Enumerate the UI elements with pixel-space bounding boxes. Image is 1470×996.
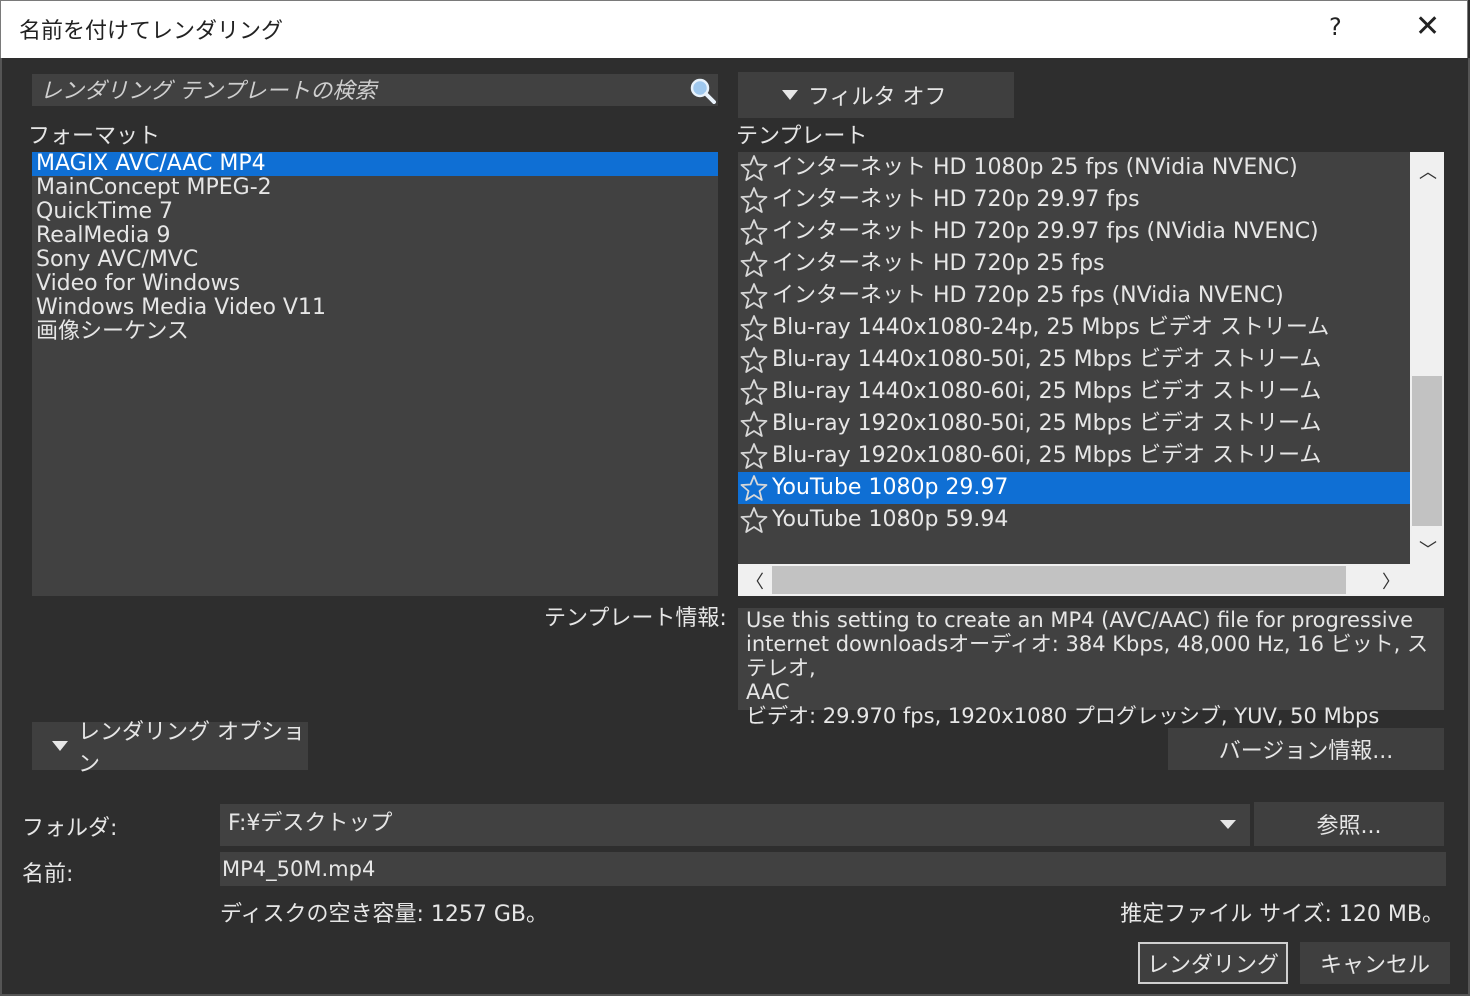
folder-label: フォルダ:	[22, 816, 118, 841]
template-list-item[interactable]: YouTube 1080p 29.97	[738, 472, 1410, 504]
format-list-item[interactable]: Sony AVC/MVC	[32, 248, 718, 272]
format-list-item[interactable]: MainConcept MPEG-2	[32, 176, 718, 200]
template-item-label: インターネット HD 1080p 25 fps (NVidia NVENC)	[772, 155, 1298, 180]
template-item-label: Blu-ray 1440x1080-50i, 25 Mbps ビデオ ストリーム	[772, 347, 1322, 372]
format-list-item[interactable]: RealMedia 9	[32, 224, 718, 248]
file-name-input[interactable]	[220, 852, 1446, 886]
folder-select[interactable]: F:¥デスクトップ	[220, 804, 1250, 846]
disk-free-space: ディスクの空き容量: 1257 GB。	[220, 902, 548, 927]
vertical-scroll-thumb[interactable]	[1412, 376, 1442, 526]
template-vertical-scrollbar[interactable]: ︿ ﹀	[1410, 152, 1444, 564]
name-label: 名前:	[22, 862, 74, 887]
template-list-item[interactable]: インターネット HD 720p 25 fps (NVidia NVENC)	[738, 280, 1410, 312]
filter-label: フィルタ オフ	[808, 85, 947, 110]
template-list-item[interactable]: インターネット HD 720p 29.97 fps	[738, 184, 1410, 216]
estimated-file-size: 推定ファイル サイズ: 120 MB。	[1120, 902, 1444, 927]
template-item-label: インターネット HD 720p 29.97 fps	[772, 187, 1140, 212]
template-info-label: テンプレート情報:	[544, 606, 727, 631]
close-button[interactable]: ✕	[1415, 9, 1440, 44]
template-info-box: Use this setting to create an MP4 (AVC/A…	[738, 608, 1444, 728]
favorite-star-icon[interactable]	[740, 474, 768, 502]
help-button[interactable]: ?	[1329, 13, 1342, 41]
cancel-button[interactable]: キャンセル	[1300, 942, 1450, 984]
template-label: テンプレート	[736, 124, 868, 149]
template-list-item[interactable]: Blu-ray 1440x1080-24p, 25 Mbps ビデオ ストリーム	[738, 312, 1410, 344]
scroll-down-icon[interactable]: ﹀	[1419, 536, 1437, 562]
template-info-line: AAC	[746, 680, 790, 704]
template-item-label: Blu-ray 1920x1080-50i, 25 Mbps ビデオ ストリーム	[772, 411, 1322, 436]
template-item-label: Blu-ray 1440x1080-60i, 25 Mbps ビデオ ストリーム	[772, 379, 1322, 404]
template-list-item[interactable]: インターネット HD 720p 25 fps	[738, 248, 1410, 280]
window-title: 名前を付けてレンダリング	[19, 19, 284, 44]
chevron-down-icon	[52, 741, 68, 751]
template-list-item[interactable]: Blu-ray 1440x1080-50i, 25 Mbps ビデオ ストリーム	[738, 344, 1410, 376]
search-box[interactable]	[32, 74, 718, 106]
template-item-label: YouTube 1080p 29.97	[772, 475, 1009, 500]
format-list[interactable]: MAGIX AVC/AAC MP4 MainConcept MPEG-2 Quick…	[32, 152, 718, 596]
format-list-item[interactable]: QuickTime 7	[32, 200, 718, 224]
favorite-star-icon[interactable]	[740, 154, 768, 182]
render-button[interactable]: レンダリング	[1138, 942, 1288, 984]
template-list[interactable]: インターネット HD 1080p 25 fps (NVidia NVENC) イン…	[738, 152, 1410, 564]
search-icon[interactable]	[688, 76, 716, 104]
template-list-item[interactable]: インターネット HD 1080p 25 fps (NVidia NVENC)	[738, 152, 1410, 184]
favorite-star-icon[interactable]	[740, 186, 768, 214]
scroll-left-icon[interactable]: 〈	[746, 568, 764, 594]
format-list-item[interactable]: MAGIX AVC/AAC MP4	[32, 152, 718, 176]
template-item-label: Blu-ray 1440x1080-24p, 25 Mbps ビデオ ストリーム	[772, 315, 1330, 340]
horizontal-scroll-thumb[interactable]	[772, 566, 1346, 594]
template-list-item[interactable]: インターネット HD 720p 29.97 fps (NVidia NVENC)	[738, 216, 1410, 248]
template-item-label: インターネット HD 720p 29.97 fps (NVidia NVENC)	[772, 219, 1319, 244]
template-item-label: Blu-ray 1920x1080-60i, 25 Mbps ビデオ ストリーム	[772, 443, 1322, 468]
title-bar: 名前を付けてレンダリング ? ✕	[0, 0, 1468, 58]
template-list-item[interactable]: Blu-ray 1920x1080-50i, 25 Mbps ビデオ ストリーム	[738, 408, 1410, 440]
scroll-up-icon[interactable]: ︿	[1419, 158, 1437, 184]
browse-button[interactable]: 参照...	[1254, 802, 1444, 846]
template-item-label: YouTube 1080p 59.94	[772, 507, 1009, 532]
format-label: フォーマット	[28, 124, 161, 149]
favorite-star-icon[interactable]	[740, 282, 768, 310]
render-options-label: レンダリング オプション	[78, 720, 305, 777]
template-horizontal-scrollbar[interactable]: 〈 〉	[738, 564, 1444, 596]
favorite-star-icon[interactable]	[740, 410, 768, 438]
template-list-item[interactable]: YouTube 1080p 59.94	[738, 504, 1410, 536]
favorite-star-icon[interactable]	[740, 218, 768, 246]
template-item-label: インターネット HD 720p 25 fps	[772, 251, 1105, 276]
filter-toggle-button[interactable]: フィルタ オフ	[738, 72, 1014, 118]
format-list-item[interactable]: 画像シーケンス	[32, 320, 718, 344]
template-info-line: ビデオ: 29.970 fps, 1920x1080 プログレッシブ, YUV,…	[746, 704, 1380, 728]
template-search-input[interactable]	[38, 76, 682, 106]
favorite-star-icon[interactable]	[740, 506, 768, 534]
format-list-item[interactable]: Windows Media Video V11	[32, 296, 718, 320]
dropdown-arrow-icon[interactable]	[1220, 820, 1236, 829]
chevron-down-icon	[782, 90, 798, 100]
favorite-star-icon[interactable]	[740, 378, 768, 406]
template-item-label: インターネット HD 720p 25 fps (NVidia NVENC)	[772, 283, 1284, 308]
template-list-item[interactable]: Blu-ray 1920x1080-60i, 25 Mbps ビデオ ストリーム	[738, 440, 1410, 472]
template-list-item[interactable]: Blu-ray 1440x1080-60i, 25 Mbps ビデオ ストリーム	[738, 376, 1410, 408]
render-options-toggle[interactable]: レンダリング オプション	[32, 720, 308, 777]
folder-value: F:¥デスクトップ	[228, 811, 393, 836]
format-list-item[interactable]: Video for Windows	[32, 272, 718, 296]
favorite-star-icon[interactable]	[740, 442, 768, 470]
scroll-right-icon[interactable]: 〉	[1382, 568, 1400, 594]
favorite-star-icon[interactable]	[740, 346, 768, 374]
version-info-button[interactable]: バージョン情報...	[1168, 728, 1444, 770]
template-info-line: internet downloadsオーディオ: 384 Kbps, 48,00…	[746, 632, 1429, 680]
favorite-star-icon[interactable]	[740, 250, 768, 278]
favorite-star-icon[interactable]	[740, 314, 768, 342]
template-info-line: Use this setting to create an MP4 (AVC/A…	[746, 608, 1413, 632]
